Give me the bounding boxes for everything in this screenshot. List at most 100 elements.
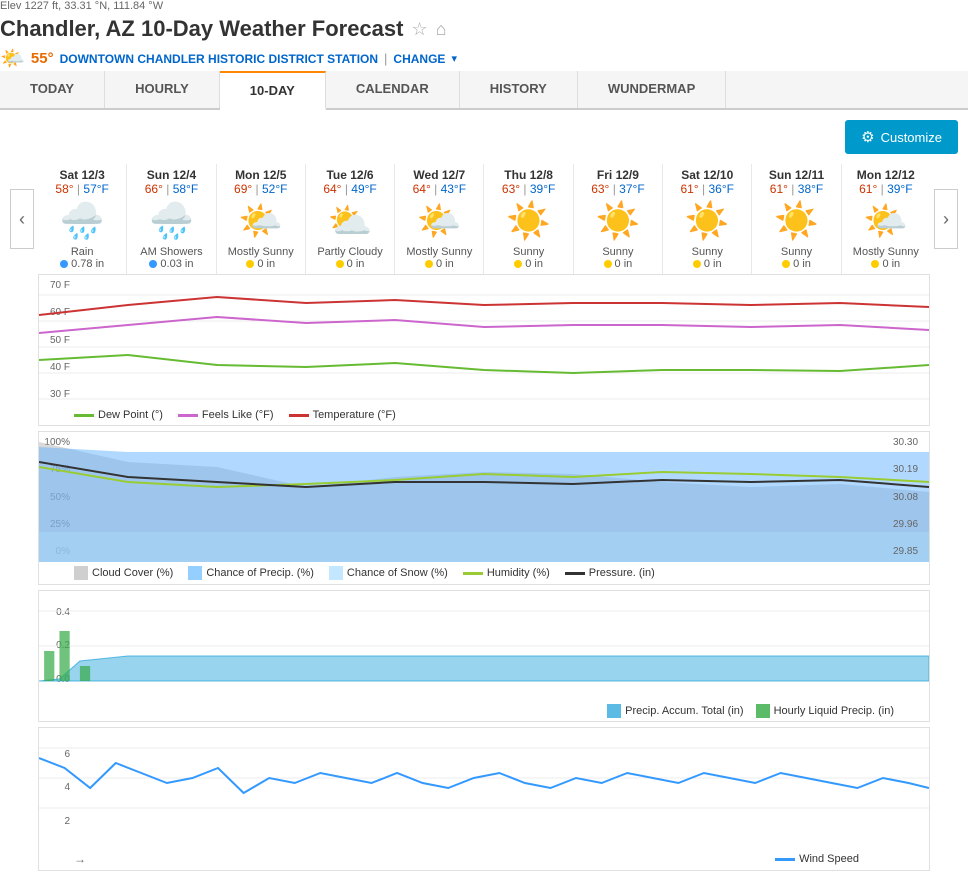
- cloud-legend-box-0: [74, 566, 88, 580]
- day-desc-8: Sunny: [754, 246, 838, 258]
- accum-legend-box-1: [756, 704, 770, 718]
- day-col-2: Mon 12/5 69° | 52°F 🌤️ Mostly Sunny 0 in: [217, 164, 306, 274]
- day-high-2: 69°: [234, 182, 252, 196]
- day-col-9: Mon 12/12 61° | 39°F 🌤️ Mostly Sunny 0 i…: [842, 164, 930, 274]
- day-icon-8: ☀️: [754, 200, 838, 242]
- day-low-3: 49°F: [351, 182, 376, 196]
- customize-button[interactable]: ⚙ Customize: [845, 120, 958, 154]
- day-precip-6: 0 in: [576, 258, 660, 270]
- cloud-chart-section: 100%75%50%25%0% 30.303: [38, 431, 930, 585]
- top-bar: Elev 1227 ft, 33.31 °N, 111.84 °W Chandl…: [0, 0, 968, 71]
- day-date-4: Wed 12/7: [397, 168, 481, 182]
- day-icon-7: ☀️: [665, 200, 749, 242]
- precip-dot-2: [246, 260, 254, 268]
- day-icon-0: 🌧️: [40, 200, 124, 242]
- day-precip-4: 0 in: [397, 258, 481, 270]
- wind-legend: Wind Speed: [740, 850, 894, 868]
- day-icon-3: ⛅: [308, 200, 392, 242]
- day-low-8: 38°F: [798, 182, 823, 196]
- forecast-scroll-wrapper: ‹ Sat 12/3 58° | 57°F 🌧️ Rain 0.78 in Su…: [10, 164, 958, 274]
- accum-legend: Precip. Accum. Total (in) Hourly Liquid …: [39, 701, 929, 721]
- cloud-legend-item-2: Chance of Snow (%): [329, 566, 448, 580]
- tab-10day[interactable]: 10-DAY: [220, 71, 326, 110]
- day-desc-2: Mostly Sunny: [219, 246, 303, 258]
- day-high-0: 58°: [55, 182, 73, 196]
- page-title: Chandler, AZ 10-Day Weather Forecast: [0, 16, 403, 42]
- day-temps-7: 61° | 36°F: [665, 182, 749, 196]
- current-temp: 55°: [31, 50, 54, 67]
- day-desc-0: Rain: [40, 246, 124, 258]
- day-col-7: Sat 12/10 61° | 36°F ☀️ Sunny 0 in: [663, 164, 752, 274]
- day-icon-5: ☀️: [486, 200, 570, 242]
- precip-amount-6: 0 in: [615, 258, 633, 270]
- tab-wundermap[interactable]: WUNDERMAP: [578, 71, 726, 108]
- day-icon-9: 🌤️: [844, 200, 928, 242]
- cloud-chart-container: 100%75%50%25%0% 30.303: [38, 431, 930, 585]
- day-desc-7: Sunny: [665, 246, 749, 258]
- day-desc-3: Partly Cloudy: [308, 246, 392, 258]
- day-date-7: Sat 12/10: [665, 168, 749, 182]
- precip-amount-5: 0 in: [525, 258, 543, 270]
- day-low-6: 37°F: [619, 182, 644, 196]
- precip-dot-5: [514, 260, 522, 268]
- day-temps-2: 69° | 52°F: [219, 182, 303, 196]
- tab-history[interactable]: HISTORY: [460, 71, 578, 108]
- scroll-right-arrow[interactable]: ›: [934, 189, 958, 249]
- temp-chart-section: 70 F60 F50 F40 F30 F: [38, 274, 930, 426]
- day-desc-6: Sunny: [576, 246, 660, 258]
- day-low-1: 58°F: [173, 182, 198, 196]
- day-date-0: Sat 12/3: [40, 168, 124, 182]
- forecast-row: Sat 12/3 58° | 57°F 🌧️ Rain 0.78 in Sun …: [38, 164, 930, 274]
- day-col-0: Sat 12/3 58° | 57°F 🌧️ Rain 0.78 in: [38, 164, 127, 274]
- precip-amount-3: 0 in: [347, 258, 365, 270]
- accum-chart-section: 0.4 0.2 0.0: [38, 590, 930, 722]
- day-high-3: 64°: [323, 182, 341, 196]
- station-name: DOWNTOWN CHANDLER HISTORIC DISTRICT STAT…: [60, 52, 378, 66]
- precip-dot-9: [871, 260, 879, 268]
- day-low-0: 57°F: [83, 182, 108, 196]
- day-desc-4: Mostly Sunny: [397, 246, 481, 258]
- cloud-right-y-label-0: 30.30: [889, 437, 929, 448]
- day-temps-3: 64° | 49°F: [308, 182, 392, 196]
- chevron-down-icon: ▾: [451, 52, 457, 65]
- pipe-divider: |: [384, 51, 387, 66]
- elev-text: Elev 1227 ft, 33.31 °N, 111.84 °W: [0, 0, 968, 12]
- day-desc-1: AM Showers: [129, 246, 213, 258]
- cloud-chart-legend: Cloud Cover (%) Chance of Precip. (%) Ch…: [39, 562, 929, 584]
- home-icon[interactable]: ⌂: [436, 19, 447, 40]
- star-icon[interactable]: ☆: [411, 19, 427, 40]
- day-temps-5: 63° | 39°F: [486, 182, 570, 196]
- precip-dot-0: [60, 260, 68, 268]
- day-icon-2: 🌤️: [219, 200, 303, 242]
- change-link[interactable]: CHANGE: [393, 52, 445, 66]
- day-date-8: Sun 12/11: [754, 168, 838, 182]
- day-precip-7: 0 in: [665, 258, 749, 270]
- nav-tabs: TODAY HOURLY 10-DAY CALENDAR HISTORY WUN…: [0, 71, 968, 110]
- temp-chart-legend: Dew Point (°) Feels Like (°F) Temperatur…: [39, 405, 929, 425]
- precip-dot-4: [425, 260, 433, 268]
- day-precip-9: 0 in: [844, 258, 928, 270]
- tab-today[interactable]: TODAY: [0, 71, 105, 108]
- precip-dot-1: [149, 260, 157, 268]
- day-date-1: Sun 12/4: [129, 168, 213, 182]
- day-high-8: 61°: [770, 182, 788, 196]
- tab-hourly[interactable]: HOURLY: [105, 71, 220, 108]
- day-precip-8: 0 in: [754, 258, 838, 270]
- wind-legend-item-0: Wind Speed: [775, 853, 859, 865]
- day-temps-4: 64° | 43°F: [397, 182, 481, 196]
- cloud-legend-label-2: Chance of Snow (%): [347, 567, 448, 579]
- day-high-6: 63°: [591, 182, 609, 196]
- cloud-right-y-label-3: 29.96: [889, 519, 929, 530]
- accum-legend-label-1: Hourly Liquid Precip. (in): [774, 705, 894, 717]
- day-icon-1: 🌧️: [129, 200, 213, 242]
- precip-dot-6: [604, 260, 612, 268]
- scroll-left-arrow[interactable]: ‹: [10, 189, 34, 249]
- day-date-2: Mon 12/5: [219, 168, 303, 182]
- accum-chart-container: 0.4 0.2 0.0: [38, 590, 930, 722]
- tab-calendar[interactable]: CALENDAR: [326, 71, 460, 108]
- gear-icon: ⚙: [861, 128, 874, 146]
- temp-legend-line-1: [178, 414, 198, 417]
- day-col-6: Fri 12/9 63° | 37°F ☀️ Sunny 0 in: [574, 164, 663, 274]
- precip-amount-0: 0.78 in: [71, 258, 104, 270]
- day-low-9: 39°F: [887, 182, 912, 196]
